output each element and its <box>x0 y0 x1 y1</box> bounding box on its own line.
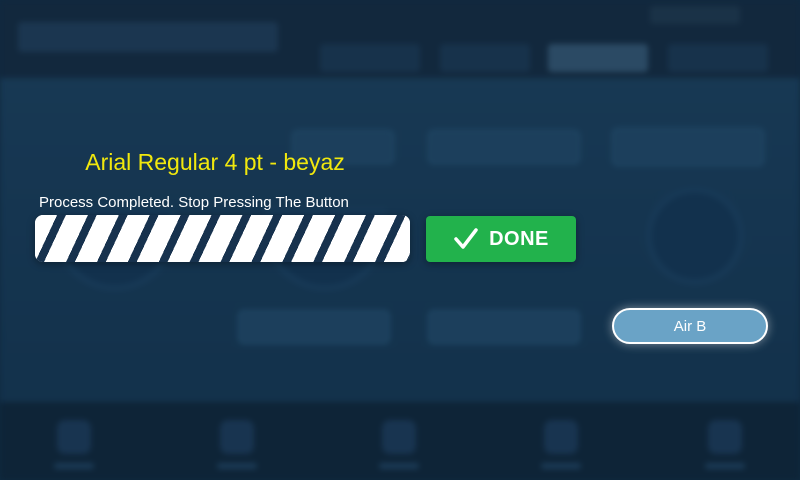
background-card <box>612 128 764 166</box>
background-logo <box>18 22 278 52</box>
background-tab <box>440 44 530 72</box>
background-nav-icon <box>708 420 742 454</box>
progress-bar <box>35 215 410 262</box>
background-corner-item <box>650 6 740 24</box>
background-nav-icon <box>57 420 91 454</box>
background-nav-label <box>379 463 419 469</box>
background-card <box>428 310 580 344</box>
background-tab-active <box>548 44 648 72</box>
background-dial <box>652 193 738 279</box>
checkmark-icon <box>453 227 479 251</box>
background-nav-icon <box>382 420 416 454</box>
background-tab <box>320 44 420 72</box>
background-nav-label <box>541 463 581 469</box>
background-nav-label <box>54 463 94 469</box>
status-message: Process Completed. Stop Pressing The But… <box>39 194 349 211</box>
background-nav-icon <box>544 420 578 454</box>
background-nav-label <box>705 463 745 469</box>
background-nav-label <box>217 463 257 469</box>
background-nav-icon <box>220 420 254 454</box>
air-b-button-label: Air B <box>673 317 707 335</box>
air-b-button[interactable]: Air B <box>612 308 768 344</box>
background-tab <box>668 44 768 72</box>
dialog-title: Arial Regular 4 pt - beyaz <box>85 149 345 175</box>
background-card <box>428 130 580 164</box>
progress-bar-fill <box>35 215 410 262</box>
done-button[interactable]: DONE <box>426 216 576 262</box>
done-button-label: DONE <box>489 227 549 250</box>
background-card <box>238 310 390 344</box>
